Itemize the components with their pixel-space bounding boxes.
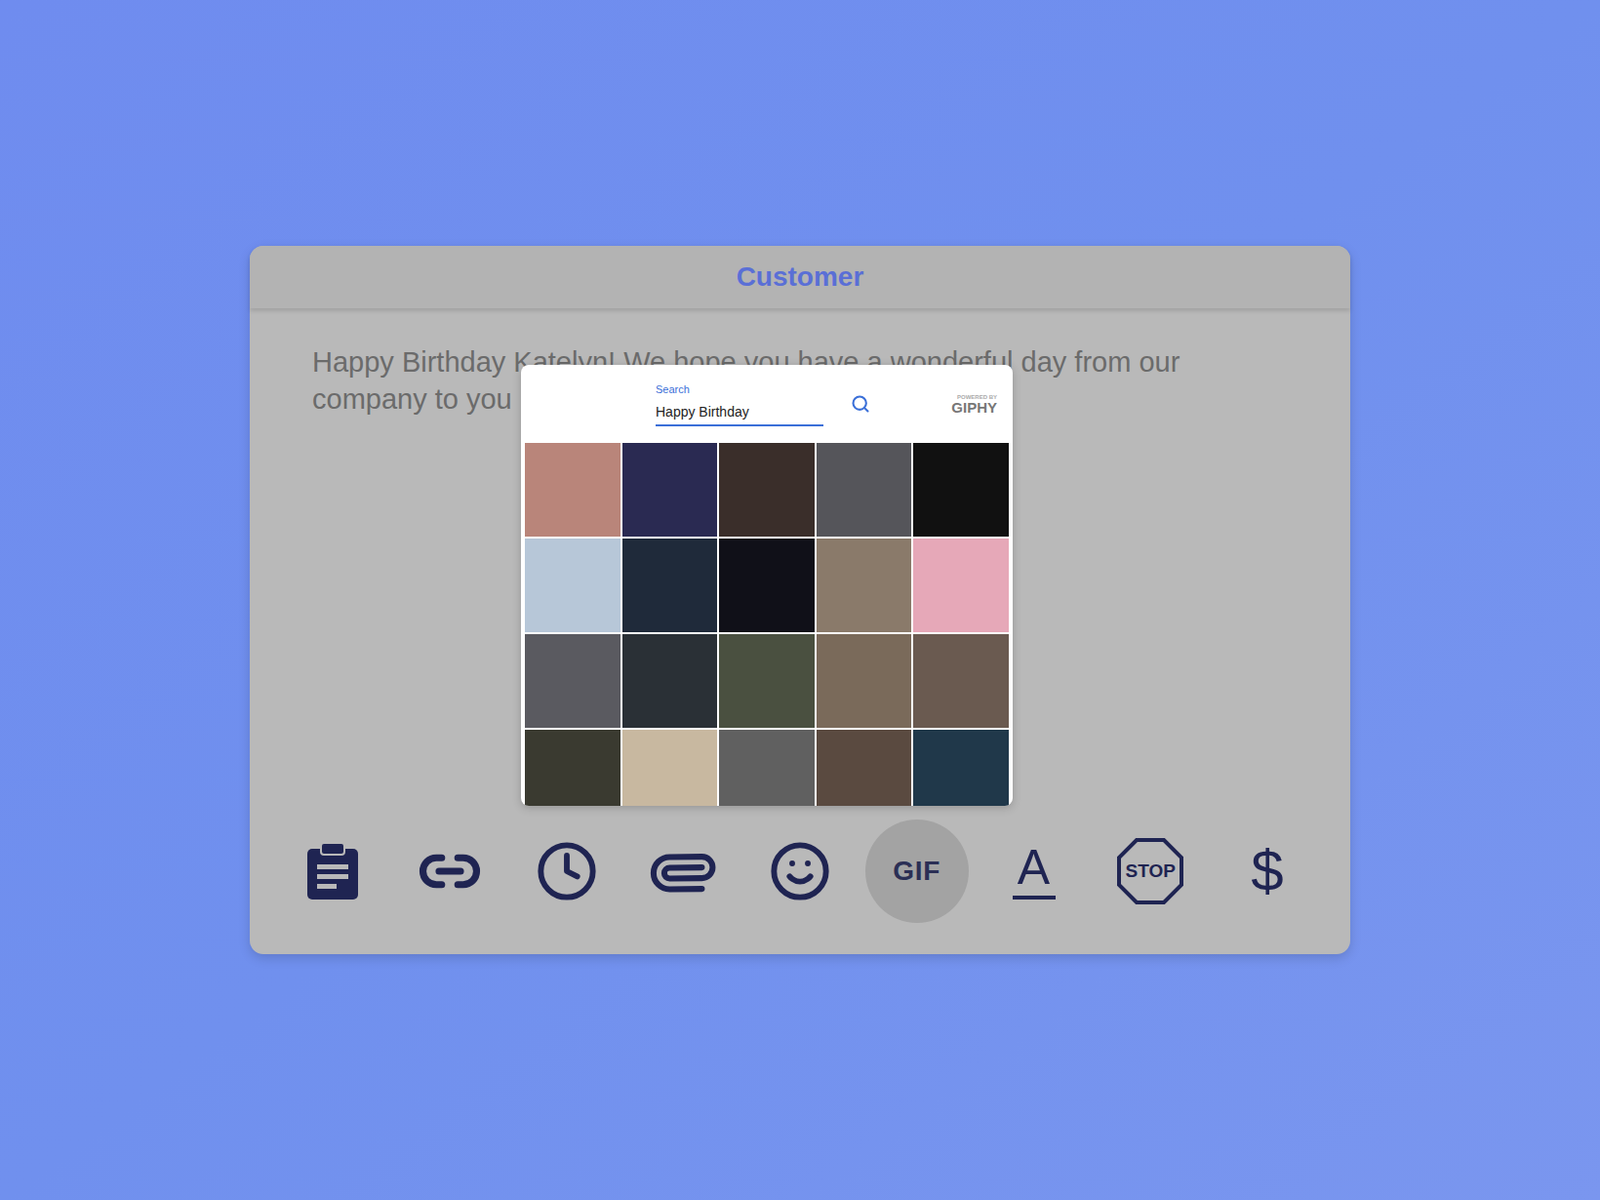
paperclip-icon <box>638 825 729 917</box>
search-input[interactable]: Happy Birthday <box>655 398 824 427</box>
gif-tile[interactable] <box>913 729 1009 806</box>
clipboard-button[interactable] <box>280 819 385 923</box>
gif-tile[interactable] <box>913 442 1009 537</box>
gif-tile[interactable] <box>719 442 815 537</box>
search-label: Search <box>655 381 824 399</box>
gif-button[interactable]: GIF <box>865 819 969 923</box>
gif-tile[interactable] <box>524 538 621 633</box>
font-button[interactable]: A <box>982 819 1086 923</box>
gif-tile[interactable] <box>622 538 719 633</box>
gif-tile[interactable] <box>622 729 719 806</box>
page: CustomerHappy Birthday Katelyn! We hope … <box>0 0 1600 1200</box>
emoji-button[interactable] <box>748 819 852 923</box>
gif-tile[interactable] <box>622 442 719 537</box>
toolbar: GIF A STOP $ <box>249 819 1351 955</box>
dollar-label: $ <box>1250 841 1283 901</box>
clock-icon <box>535 840 599 903</box>
clipboard-icon <box>305 840 360 902</box>
paperclip-button[interactable] <box>631 819 735 923</box>
gif-tile[interactable] <box>524 634 621 728</box>
gif-tile[interactable] <box>816 634 913 728</box>
gif-tile[interactable] <box>524 729 621 806</box>
gif-tile[interactable] <box>719 634 815 728</box>
card-header: Customer <box>249 245 1351 309</box>
gif-tile[interactable] <box>524 442 621 537</box>
gif-tile[interactable] <box>816 729 913 806</box>
stop-icon: STOP <box>1116 837 1185 906</box>
gif-grid <box>520 442 1013 806</box>
gif-label: GIF <box>892 850 941 892</box>
gif-tile[interactable] <box>913 538 1009 633</box>
search-icon[interactable] <box>850 394 871 414</box>
gif-tile[interactable] <box>816 538 913 633</box>
card-title: Customer <box>736 256 865 298</box>
message-card: CustomerHappy Birthday Katelyn! We hope … <box>249 245 1351 955</box>
gif-tile[interactable] <box>913 634 1009 728</box>
smiley-icon <box>768 840 832 903</box>
gif-tile[interactable] <box>622 634 719 728</box>
link-button[interactable] <box>398 819 502 923</box>
gif-tile[interactable] <box>816 442 913 537</box>
stop-button[interactable]: STOP <box>1098 819 1202 923</box>
link-icon <box>417 839 482 904</box>
giphy-logo: POWERED BYGIPHY <box>951 394 998 415</box>
gif-tile[interactable] <box>719 729 815 806</box>
gif-picker: SearchHappy Birthday POWERED BYGIPHY <box>520 364 1013 806</box>
search-field[interactable]: SearchHappy Birthday <box>655 381 824 427</box>
clock-button[interactable] <box>515 819 619 923</box>
font-label: A <box>1012 842 1056 900</box>
dollar-button[interactable]: $ <box>1215 819 1320 923</box>
gif-search-bar: SearchHappy Birthday POWERED BYGIPHY <box>520 364 1013 443</box>
gif-tile[interactable] <box>719 538 815 633</box>
